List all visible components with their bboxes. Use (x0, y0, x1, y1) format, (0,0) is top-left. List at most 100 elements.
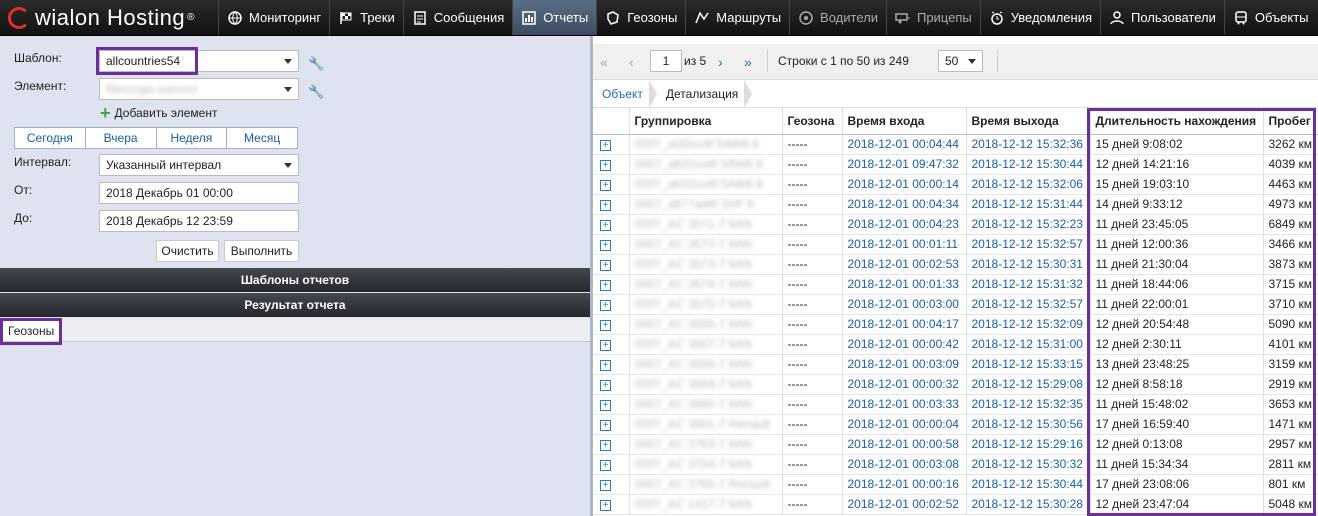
range-month[interactable]: Месяц (226, 128, 297, 148)
expand-plus-icon[interactable]: + (600, 400, 611, 411)
header-time-in[interactable]: Время входа (842, 108, 967, 135)
cell-time-out[interactable]: 2018-12-12 15:32:09 (966, 314, 1091, 335)
expand-plus-icon[interactable]: + (600, 280, 611, 291)
nav-tracks[interactable]: Треки (329, 0, 403, 35)
page-input[interactable]: 1 (650, 50, 682, 72)
cell-time-out[interactable]: 2018-12-12 15:30:31 (966, 254, 1091, 275)
header-time-out[interactable]: Время выхода (966, 108, 1091, 135)
last-page-icon[interactable]: » (744, 54, 752, 70)
cell-time-out[interactable]: 2018-12-12 15:31:32 (966, 274, 1091, 295)
cell-time-out[interactable]: 2018-12-12 15:32:23 (966, 214, 1091, 235)
nav-units[interactable]: Объекты (1223, 0, 1317, 35)
wrench-icon[interactable]: 🔧 (308, 56, 324, 71)
expand-plus-icon[interactable]: + (600, 260, 611, 271)
expand-plus-icon[interactable]: + (600, 380, 611, 391)
breadcrumb: Объект Детализация (593, 79, 1318, 108)
expand-plus-icon[interactable]: + (600, 140, 611, 151)
cell-time-out[interactable]: 2018-12-12 15:31:44 (966, 194, 1091, 215)
expand-plus-icon[interactable]: + (600, 160, 611, 171)
cell-time-in[interactable]: 2018-12-01 00:03:08 (842, 454, 967, 475)
run-button[interactable]: Выполнить (224, 240, 299, 262)
cell-time-out[interactable]: 2018-12-12 15:32:06 (966, 174, 1091, 195)
wialon-logo[interactable]: wialon Hosting ® (0, 0, 218, 35)
cell-time-in[interactable]: 2018-12-01 00:03:00 (842, 294, 967, 315)
cell-time-in[interactable]: 2018-12-01 00:00:42 (842, 334, 967, 355)
cell-time-out[interactable]: 2018-12-12 15:30:28 (966, 494, 1091, 515)
nav-monitoring[interactable]: Мониторинг (218, 0, 329, 35)
cell-time-out[interactable]: 2018-12-12 15:30:44 (966, 154, 1091, 175)
cell-grouping: 0007_AC 3574-7 6AN (629, 274, 783, 295)
expand-plus-icon[interactable]: + (600, 180, 611, 191)
cell-time-out[interactable]: 2018-12-12 15:30:56 (966, 414, 1091, 435)
page-size-select[interactable]: 50 (938, 50, 983, 72)
range-yesterday[interactable]: Вчера (84, 128, 156, 148)
cell-time-in[interactable]: 2018-12-01 00:00:14 (842, 174, 967, 195)
expand-plus-icon[interactable]: + (600, 480, 611, 491)
from-date-input[interactable]: 2018 Декабрь 01 00:00 (99, 182, 299, 204)
cell-time-in[interactable]: 2018-12-01 00:01:11 (842, 234, 967, 255)
nav-trailers[interactable]: Прицепы (885, 0, 980, 35)
expand-plus-icon[interactable]: + (600, 300, 611, 311)
cell-time-in[interactable]: 2018-12-01 00:02:53 (842, 254, 967, 275)
cell-time-out[interactable]: 2018-12-12 15:32:35 (966, 394, 1091, 415)
range-week[interactable]: Неделя (155, 128, 227, 148)
cell-time-in[interactable]: 2018-12-01 00:00:16 (842, 474, 967, 495)
cell-time-out[interactable]: 2018-12-12 15:32:57 (966, 234, 1091, 255)
nav-routes[interactable]: Маршруты (685, 0, 789, 35)
cell-time-in[interactable]: 2018-12-01 00:03:33 (842, 394, 967, 415)
range-today[interactable]: Сегодня (15, 128, 85, 148)
clear-button[interactable]: Очистить (156, 240, 219, 262)
cell-time-in[interactable]: 2018-12-01 00:01:33 (842, 274, 967, 295)
expand-plus-icon[interactable]: + (600, 320, 611, 331)
expand-plus-icon[interactable]: + (600, 500, 611, 511)
expand-plus-icon[interactable]: + (600, 420, 611, 431)
cell-time-out[interactable]: 2018-12-12 15:32:36 (966, 134, 1091, 155)
nav-users[interactable]: Пользователи (1100, 0, 1224, 35)
cell-time-out[interactable]: 2018-12-12 15:31:00 (966, 334, 1091, 355)
add-element-link[interactable]: + Добавить элемент (100, 104, 217, 122)
expand-plus-icon[interactable]: + (600, 340, 611, 351)
nav-reports[interactable]: Отчеты (512, 0, 597, 35)
cell-time-out[interactable]: 2018-12-12 15:29:16 (966, 434, 1091, 455)
interval-select[interactable]: Указанный интервал (99, 154, 299, 176)
cell-time-in[interactable]: 2018-12-01 00:00:04 (842, 414, 967, 435)
wrench-icon[interactable]: 🔧 (308, 84, 324, 99)
cell-time-in[interactable]: 2018-12-01 00:04:34 (842, 194, 967, 215)
breadcrumb-unit[interactable]: Объект (593, 79, 657, 108)
nav-notifications[interactable]: Уведомления (979, 0, 1100, 35)
expand-plus-icon[interactable]: + (600, 360, 611, 371)
cell-geofence: ----- (782, 134, 843, 155)
expand-plus-icon[interactable]: + (600, 200, 611, 211)
report-templates-bar[interactable]: Шаблоны отчетов (0, 268, 590, 292)
nav-drivers[interactable]: Водители (789, 0, 886, 35)
cell-time-out[interactable]: 2018-12-12 15:33:15 (966, 354, 1091, 375)
cell-time-in[interactable]: 2018-12-01 00:00:32 (842, 374, 967, 395)
to-date-input[interactable]: 2018 Декабрь 12 23:59 (99, 210, 299, 232)
cell-time-out[interactable]: 2018-12-12 15:30:44 (966, 474, 1091, 495)
cell-time-out[interactable]: 2018-12-12 15:29:08 (966, 374, 1091, 395)
cell-time-in[interactable]: 2018-12-01 00:04:17 (842, 314, 967, 335)
expand-plus-icon[interactable]: + (600, 460, 611, 471)
report-result-bar[interactable]: Результат отчета (0, 293, 590, 317)
expand-plus-icon[interactable]: + (600, 220, 611, 231)
nav-messages[interactable]: Сообщения (402, 0, 513, 35)
nav-geofences[interactable]: Геозоны (596, 0, 685, 35)
cell-time-in[interactable]: 2018-12-01 00:02:52 (842, 494, 967, 515)
next-page-icon[interactable]: › (718, 54, 723, 70)
cell-time-in[interactable]: 2018-12-01 00:04:23 (842, 214, 967, 235)
prev-page-icon[interactable]: ‹ (629, 54, 634, 70)
header-geofence[interactable]: Геозона (782, 108, 843, 135)
first-page-icon[interactable]: « (600, 54, 608, 70)
header-grouping[interactable]: Группировка (629, 108, 783, 135)
expand-plus-icon[interactable]: + (600, 240, 611, 251)
cell-time-in[interactable]: 2018-12-01 00:00:58 (842, 434, 967, 455)
cell-time-in[interactable]: 2018-12-01 09:47:32 (842, 154, 967, 175)
cell-grouping: 0007_AC 3573-7 6AN (629, 254, 783, 275)
expand-plus-icon[interactable]: + (600, 440, 611, 451)
element-select[interactable]: Benzoga sanvoci (99, 78, 299, 100)
cell-time-in[interactable]: 2018-12-01 00:04:44 (842, 134, 967, 155)
cell-time-out[interactable]: 2018-12-12 15:32:57 (966, 294, 1091, 315)
expand-cell: + (593, 374, 630, 395)
cell-time-in[interactable]: 2018-12-01 00:03:09 (842, 354, 967, 375)
cell-time-out[interactable]: 2018-12-12 15:30:32 (966, 454, 1091, 475)
